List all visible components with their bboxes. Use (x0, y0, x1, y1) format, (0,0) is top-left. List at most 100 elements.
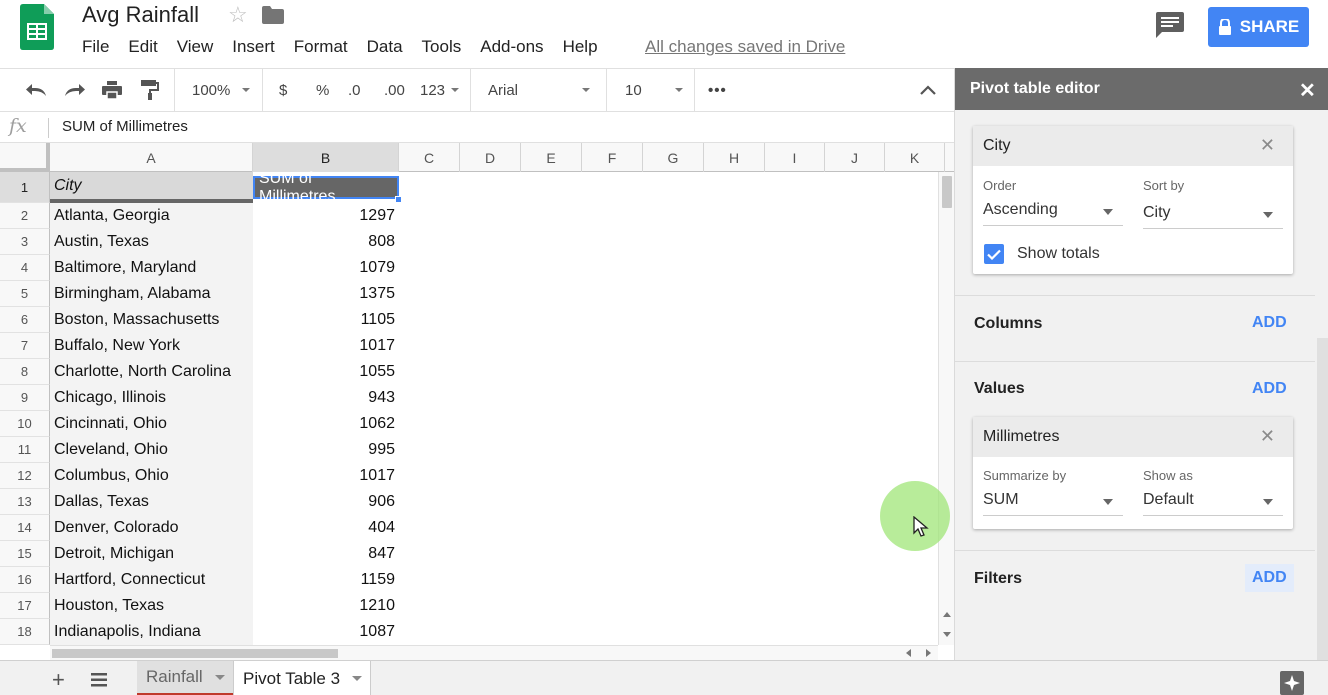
value-cell[interactable]: 1079 (253, 255, 399, 281)
row-header[interactable]: 16 (0, 567, 50, 593)
add-sheet-plus-icon[interactable]: + (52, 667, 65, 693)
city-cell[interactable]: Baltimore, Maryland (50, 255, 253, 281)
sheets-logo-icon[interactable] (20, 4, 54, 50)
collapse-toolbar-icon[interactable] (920, 69, 936, 111)
column-header-d[interactable]: D (460, 143, 521, 172)
row-header[interactable]: 12 (0, 463, 50, 489)
show-totals-checkbox[interactable] (984, 244, 1004, 264)
sheet-tab-rainfall[interactable]: Rainfall (137, 661, 233, 695)
row-header[interactable]: 1 (0, 172, 50, 203)
decrease-decimal-button[interactable]: .0 (348, 69, 361, 111)
share-button[interactable]: SHARE (1208, 7, 1309, 47)
print-icon[interactable] (102, 69, 122, 111)
column-header-c[interactable]: C (399, 143, 460, 172)
value-cell[interactable]: 1017 (253, 333, 399, 359)
scroll-up-arrow-icon[interactable] (943, 612, 951, 617)
column-header-e[interactable]: E (521, 143, 582, 172)
value-cell[interactable]: 1055 (253, 359, 399, 385)
row-header[interactable]: 14 (0, 515, 50, 541)
more-options-button[interactable]: ••• (708, 69, 727, 111)
city-cell[interactable]: Hartford, Connecticut (50, 567, 253, 593)
scroll-right-arrow-icon[interactable] (926, 649, 931, 657)
star-icon[interactable]: ☆ (228, 2, 248, 28)
column-header-a[interactable]: A (50, 143, 253, 172)
city-cell[interactable]: Dallas, Texas (50, 489, 253, 515)
comment-icon[interactable] (1156, 12, 1184, 38)
menu-help[interactable]: Help (563, 37, 598, 57)
row-header[interactable]: 13 (0, 489, 50, 515)
column-header-h[interactable]: H (704, 143, 765, 172)
row-header[interactable]: 15 (0, 541, 50, 567)
row-header[interactable]: 4 (0, 255, 50, 281)
menu-insert[interactable]: Insert (232, 37, 275, 57)
row-header[interactable]: 8 (0, 359, 50, 385)
selection-fill-handle[interactable] (395, 196, 402, 203)
city-cell[interactable]: Columbus, Ohio (50, 463, 253, 489)
order-dropdown[interactable]: Ascending (983, 198, 1123, 226)
font-select[interactable]: Arial (488, 69, 590, 111)
panel-scroll-thumb[interactable] (1317, 338, 1328, 660)
row-header[interactable]: 5 (0, 281, 50, 307)
row-header[interactable]: 11 (0, 437, 50, 463)
value-cell[interactable]: 847 (253, 541, 399, 567)
add-filter-button[interactable]: ADD (1245, 564, 1294, 592)
save-status-link[interactable]: All changes saved in Drive (645, 37, 845, 57)
city-cell[interactable]: Buffalo, New York (50, 333, 253, 359)
menu-file[interactable]: File (82, 37, 109, 57)
city-cell[interactable]: Detroit, Michigan (50, 541, 253, 567)
value-cell[interactable]: 1105 (253, 307, 399, 333)
all-sheets-menu-icon[interactable] (91, 673, 107, 687)
show-as-dropdown[interactable]: Default (1143, 488, 1283, 516)
increase-decimal-button[interactable]: .00 (384, 69, 405, 111)
row-header[interactable]: 17 (0, 593, 50, 619)
row-header[interactable]: 18 (0, 619, 50, 645)
sort-by-dropdown[interactable]: City (1143, 201, 1283, 229)
pivot-header-city-cell[interactable]: City (50, 172, 253, 203)
add-column-button[interactable]: ADD (1252, 314, 1287, 332)
add-value-button[interactable]: ADD (1252, 380, 1287, 398)
value-cell[interactable]: 1087 (253, 619, 399, 645)
row-header[interactable]: 2 (0, 203, 50, 229)
undo-icon[interactable] (26, 69, 48, 111)
remove-field-close-icon[interactable]: ✕ (1260, 135, 1275, 156)
percent-format-button[interactable]: % (316, 69, 329, 111)
font-size-select[interactable]: 10 (625, 69, 683, 111)
menu-edit[interactable]: Edit (128, 37, 157, 57)
remove-value-close-icon[interactable]: ✕ (1260, 426, 1275, 447)
column-header-i[interactable]: I (765, 143, 825, 172)
scroll-down-arrow-icon[interactable] (943, 632, 951, 637)
column-header-g[interactable]: G (643, 143, 704, 172)
vertical-scroll-thumb[interactable] (942, 176, 952, 208)
chevron-down-icon[interactable] (214, 674, 225, 680)
column-header-b[interactable]: B (253, 143, 399, 172)
horizontal-scrollbar[interactable] (50, 645, 938, 660)
city-cell[interactable]: Cincinnati, Ohio (50, 411, 253, 437)
row-header[interactable]: 7 (0, 333, 50, 359)
close-icon[interactable]: ✕ (1299, 78, 1316, 103)
menu-format[interactable]: Format (294, 37, 348, 57)
currency-format-button[interactable]: $ (279, 69, 287, 111)
row-header[interactable]: 10 (0, 411, 50, 437)
city-cell[interactable]: Charlotte, North Carolina (50, 359, 253, 385)
sheet-tab-pivot-table-3[interactable]: Pivot Table 3 (233, 661, 371, 695)
menu-view[interactable]: View (177, 37, 214, 57)
folder-icon[interactable] (262, 6, 284, 24)
city-cell[interactable]: Austin, Texas (50, 229, 253, 255)
more-formats-select[interactable]: 123 (420, 69, 460, 111)
value-cell[interactable]: 906 (253, 489, 399, 515)
city-cell[interactable]: Denver, Colorado (50, 515, 253, 541)
value-cell[interactable]: 1375 (253, 281, 399, 307)
paint-format-icon[interactable] (141, 69, 159, 111)
value-cell[interactable]: 1017 (253, 463, 399, 489)
column-header-k[interactable]: K (885, 143, 945, 172)
city-cell[interactable]: Birmingham, Alabama (50, 281, 253, 307)
redo-icon[interactable] (63, 69, 85, 111)
row-header[interactable]: 6 (0, 307, 50, 333)
selected-header-cell[interactable]: SUM of Millimetres (253, 170, 399, 205)
formula-input[interactable]: SUM of Millimetres (62, 118, 188, 135)
menu-addons[interactable]: Add-ons (480, 37, 543, 57)
horizontal-scroll-thumb[interactable] (52, 649, 338, 658)
value-cell[interactable]: 1062 (253, 411, 399, 437)
value-cell[interactable]: 808 (253, 229, 399, 255)
city-cell[interactable]: Boston, Massachusetts (50, 307, 253, 333)
